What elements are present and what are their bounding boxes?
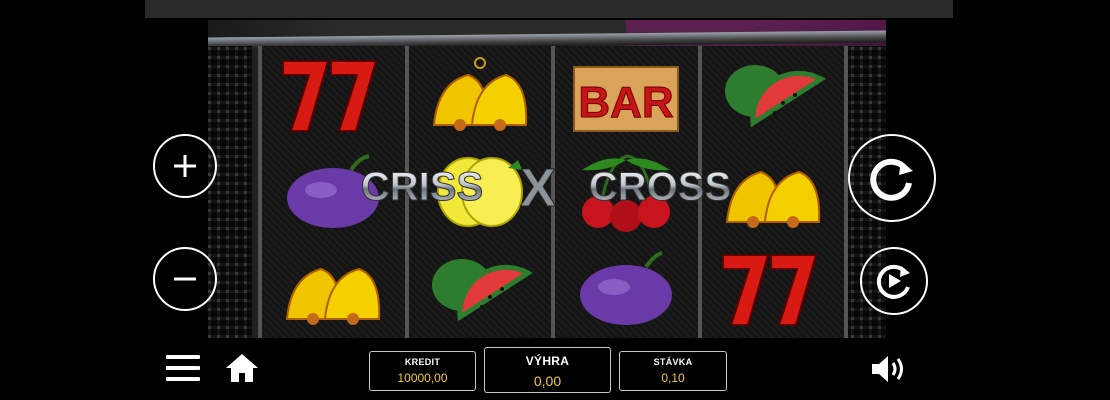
credit-label: KREDIT [404, 357, 441, 367]
logo-right-text: CROSS [589, 165, 731, 209]
credit-value: 10000,00 [397, 371, 448, 385]
game-logo: CRISS X CROSS [360, 162, 731, 210]
seven-symbol [262, 46, 405, 143]
bar-label: BAR [579, 78, 674, 127]
home-icon[interactable] [224, 352, 260, 384]
logo-left-text: CRISS [361, 165, 483, 209]
bet-label: STÁVKA [653, 357, 693, 367]
increase-bet-button[interactable] [153, 134, 217, 198]
plus-icon [174, 155, 196, 177]
minus-icon [174, 277, 196, 281]
bar-symbol: BAR [555, 46, 698, 143]
menu-icon[interactable] [166, 354, 200, 382]
spin-button[interactable] [848, 134, 936, 222]
bell-symbol [262, 241, 405, 338]
watermelon-symbol [702, 46, 845, 143]
spin-icon [870, 158, 913, 201]
bet-value: 0,10 [661, 371, 685, 385]
sound-icon[interactable] [870, 354, 908, 384]
autoplay-button[interactable] [860, 247, 928, 315]
top-bar [145, 0, 953, 18]
logo-x-text: X [520, 162, 556, 210]
autoplay-icon [876, 264, 910, 299]
bell-symbol [409, 46, 552, 143]
win-box: VÝHRA 0,00 [484, 347, 611, 393]
decrease-bet-button[interactable] [153, 247, 217, 311]
left-grille [208, 46, 252, 338]
win-label: VÝHRA [525, 354, 570, 368]
bet-box: STÁVKA 0,10 [619, 351, 727, 391]
seven-symbol [702, 241, 845, 338]
plum-symbol [555, 241, 698, 338]
watermelon-symbol [409, 241, 552, 338]
credit-box: KREDIT 10000,00 [369, 351, 476, 391]
win-value: 0,00 [533, 373, 562, 389]
